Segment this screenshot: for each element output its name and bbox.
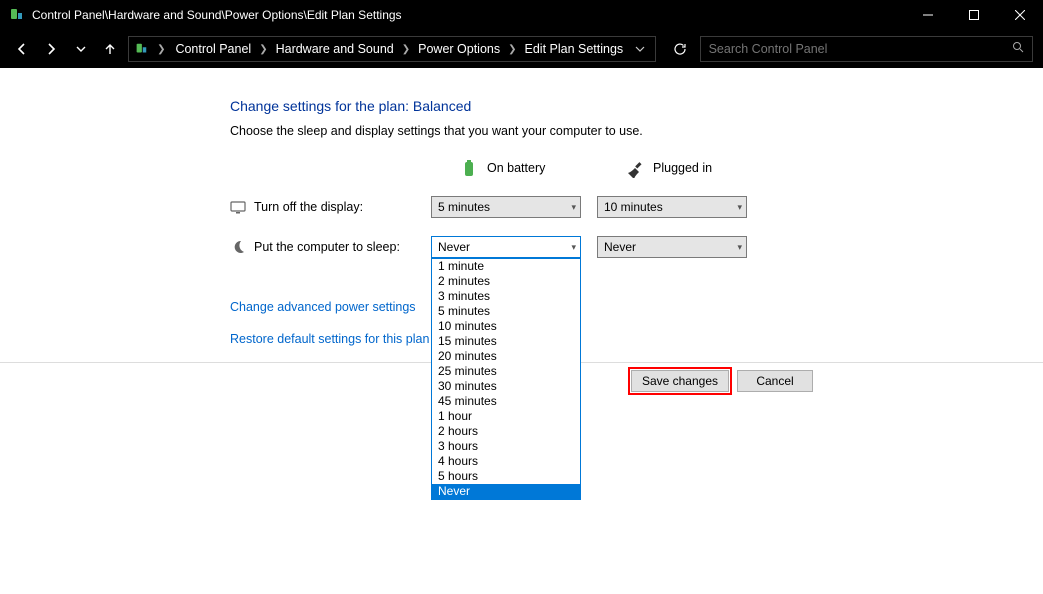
title-bar: Control Panel\Hardware and Sound\Power O… xyxy=(0,0,1043,30)
dropdown-option[interactable]: 3 hours xyxy=(432,439,580,454)
display-battery-select[interactable]: 5 minutes ▾ xyxy=(431,196,581,218)
row-label-sleep: Put the computer to sleep: xyxy=(230,239,415,255)
search-input[interactable] xyxy=(709,42,1012,56)
dropdown-option[interactable]: 20 minutes xyxy=(432,349,580,364)
dropdown-option[interactable]: 25 minutes xyxy=(432,364,580,379)
location-icon xyxy=(133,41,149,57)
forward-button[interactable] xyxy=(40,37,64,61)
minimize-button[interactable] xyxy=(905,0,951,30)
dropdown-option[interactable]: 10 minutes xyxy=(432,319,580,334)
search-box[interactable] xyxy=(700,36,1033,62)
chevron-down-icon: ▾ xyxy=(737,202,742,213)
sleep-battery-select[interactable]: Never ▾ xyxy=(431,236,581,258)
refresh-button[interactable] xyxy=(666,36,693,62)
dropdown-option[interactable]: 15 minutes xyxy=(432,334,580,349)
dropdown-option[interactable]: 5 minutes xyxy=(432,304,580,319)
dropdown-option[interactable]: 4 hours xyxy=(432,454,580,469)
dropdown-option[interactable]: 30 minutes xyxy=(432,379,580,394)
close-button[interactable] xyxy=(997,0,1043,30)
chevron-right-icon: ❯ xyxy=(151,44,171,55)
chevron-right-icon: ❯ xyxy=(396,44,416,55)
cancel-button[interactable]: Cancel xyxy=(737,370,813,392)
address-dropdown-button[interactable] xyxy=(629,38,651,60)
up-button[interactable] xyxy=(99,37,123,61)
plug-icon xyxy=(625,158,645,178)
display-icon xyxy=(230,199,246,215)
chevron-right-icon: ❯ xyxy=(502,44,522,55)
dropdown-option[interactable]: 2 minutes xyxy=(432,274,580,289)
sleep-battery-dropdown[interactable]: 1 minute2 minutes3 minutes5 minutes10 mi… xyxy=(431,258,581,500)
nav-bar: ❯ Control Panel ❯ Hardware and Sound ❯ P… xyxy=(0,30,1043,68)
chevron-down-icon: ▾ xyxy=(737,242,742,253)
battery-icon xyxy=(459,158,479,178)
dropdown-option[interactable]: 1 hour xyxy=(432,409,580,424)
crumb-control-panel[interactable]: Control Panel xyxy=(173,42,253,56)
column-header-plugged: Plugged in xyxy=(597,158,747,178)
column-header-battery: On battery xyxy=(431,158,581,178)
link-advanced-settings[interactable]: Change advanced power settings xyxy=(230,300,1043,314)
crumb-edit-plan[interactable]: Edit Plan Settings xyxy=(523,42,626,56)
dropdown-option[interactable]: Never xyxy=(432,484,580,499)
battery-label: On battery xyxy=(487,161,545,175)
dropdown-option[interactable]: 5 hours xyxy=(432,469,580,484)
dropdown-option[interactable]: 45 minutes xyxy=(432,394,580,409)
dropdown-option[interactable]: 1 minute xyxy=(432,259,580,274)
address-bar[interactable]: ❯ Control Panel ❯ Hardware and Sound ❯ P… xyxy=(128,36,656,62)
crumb-power-options[interactable]: Power Options xyxy=(416,42,502,56)
dropdown-option[interactable]: 3 minutes xyxy=(432,289,580,304)
chevron-down-icon: ▾ xyxy=(571,202,576,213)
app-icon xyxy=(8,7,24,23)
row-label-display: Turn off the display: xyxy=(230,199,415,215)
plugged-label: Plugged in xyxy=(653,161,712,175)
chevron-down-icon: ▾ xyxy=(571,242,576,253)
save-button[interactable]: Save changes xyxy=(631,370,729,392)
window-title: Control Panel\Hardware and Sound\Power O… xyxy=(32,8,905,22)
maximize-button[interactable] xyxy=(951,0,997,30)
display-plugged-select[interactable]: 10 minutes ▾ xyxy=(597,196,747,218)
breadcrumb: Control Panel ❯ Hardware and Sound ❯ Pow… xyxy=(173,42,625,56)
crumb-hardware-sound[interactable]: Hardware and Sound xyxy=(274,42,396,56)
dropdown-option[interactable]: 2 hours xyxy=(432,424,580,439)
page-title: Change settings for the plan: Balanced xyxy=(230,98,1043,114)
page-subtitle: Choose the sleep and display settings th… xyxy=(230,124,1043,138)
chevron-right-icon: ❯ xyxy=(253,44,273,55)
sleep-icon xyxy=(230,239,246,255)
sleep-plugged-select[interactable]: Never ▾ xyxy=(597,236,747,258)
link-restore-defaults[interactable]: Restore default settings for this plan xyxy=(230,332,1043,346)
search-icon xyxy=(1012,40,1024,58)
recent-dropdown-button[interactable] xyxy=(69,37,93,61)
back-button[interactable] xyxy=(10,37,34,61)
